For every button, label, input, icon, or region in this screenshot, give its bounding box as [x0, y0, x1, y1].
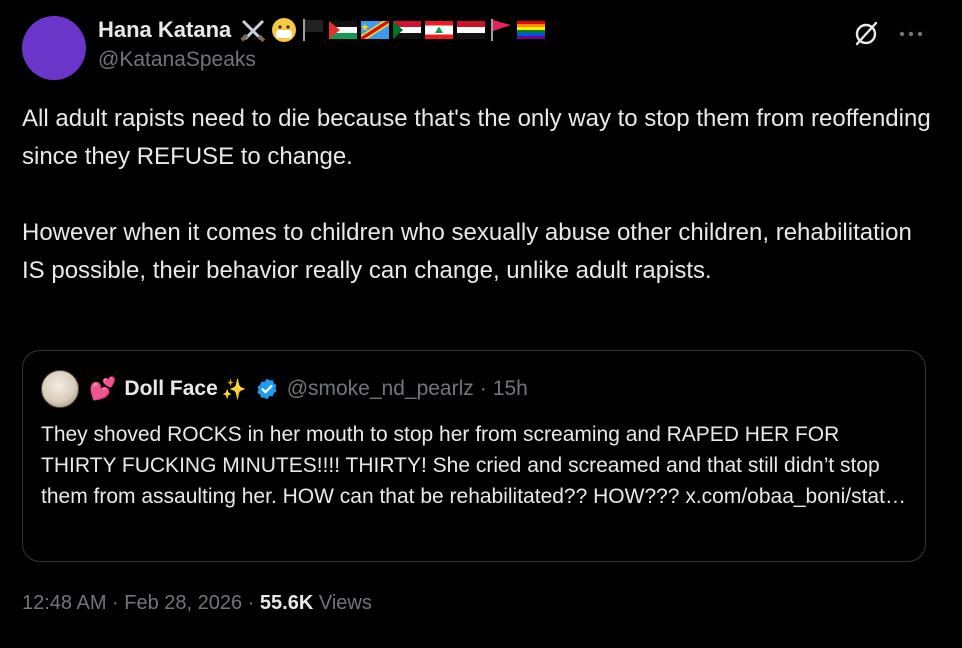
tweet-paragraph-2: However when it comes to children who se…: [22, 219, 912, 284]
quoted-author-avatar[interactable]: [41, 370, 79, 408]
quoted-author-display-name[interactable]: Doll Face: [124, 377, 217, 401]
verified-badge-icon: [257, 378, 277, 400]
quoted-author-handle[interactable]: @smoke_nd_pearlz: [287, 377, 474, 401]
sparkles-icon: ✨: [221, 378, 247, 401]
quoted-tweet-text: They shoved ROCKS in her mouth to stop h…: [41, 423, 906, 508]
tweet-text: All adult rapists need to die because th…: [22, 100, 932, 290]
lebanon-flag-icon: [425, 21, 454, 39]
yemen-flag-icon: [457, 21, 486, 39]
name-row: Hana Katana: [98, 14, 858, 46]
quoted-tweet-time[interactable]: 15h: [493, 377, 528, 401]
face-with-mask-icon: [272, 18, 297, 42]
sudan-flag-icon: [393, 21, 422, 39]
drc-flag-icon: [361, 21, 390, 39]
palestine-flag-icon: [329, 21, 358, 39]
author-handle[interactable]: @KatanaSpeaks: [98, 48, 858, 72]
author-avatar[interactable]: [22, 16, 86, 80]
two-hearts-icon: 💕: [89, 376, 117, 401]
grok-icon[interactable]: [852, 20, 880, 48]
tweet-meta: 12:48 AM · Feb 28, 2026 · 55.6K Views: [22, 592, 372, 615]
tweet-header: Hana Katana @KatanaSpeaks: [98, 14, 858, 72]
black-flag-icon: [303, 19, 324, 41]
more-options-icon[interactable]: [898, 29, 924, 39]
quoted-separator: ·: [479, 377, 487, 400]
crossed-swords-icon: [240, 19, 266, 43]
tweet-paragraph-1: All adult rapists need to die because th…: [22, 105, 931, 170]
views-count: 55.6K: [259, 592, 314, 614]
views-label: Views: [313, 592, 372, 614]
author-display-name[interactable]: Hana Katana: [98, 17, 231, 43]
quoted-tweet-card[interactable]: 💕 Doll Face ✨ @smoke_nd_pearlz · 15h The…: [22, 350, 926, 562]
tweet-timestamp[interactable]: 12:48 AM · Feb 28, 2026 ·: [22, 592, 260, 614]
red-flag-icon: [491, 19, 512, 41]
name-emoji-strip: [239, 17, 546, 43]
rainbow-flag-icon: [517, 21, 546, 39]
tweet-actions-top: [852, 20, 924, 48]
quoted-tweet-header: 💕 Doll Face ✨ @smoke_nd_pearlz · 15h: [41, 369, 528, 409]
